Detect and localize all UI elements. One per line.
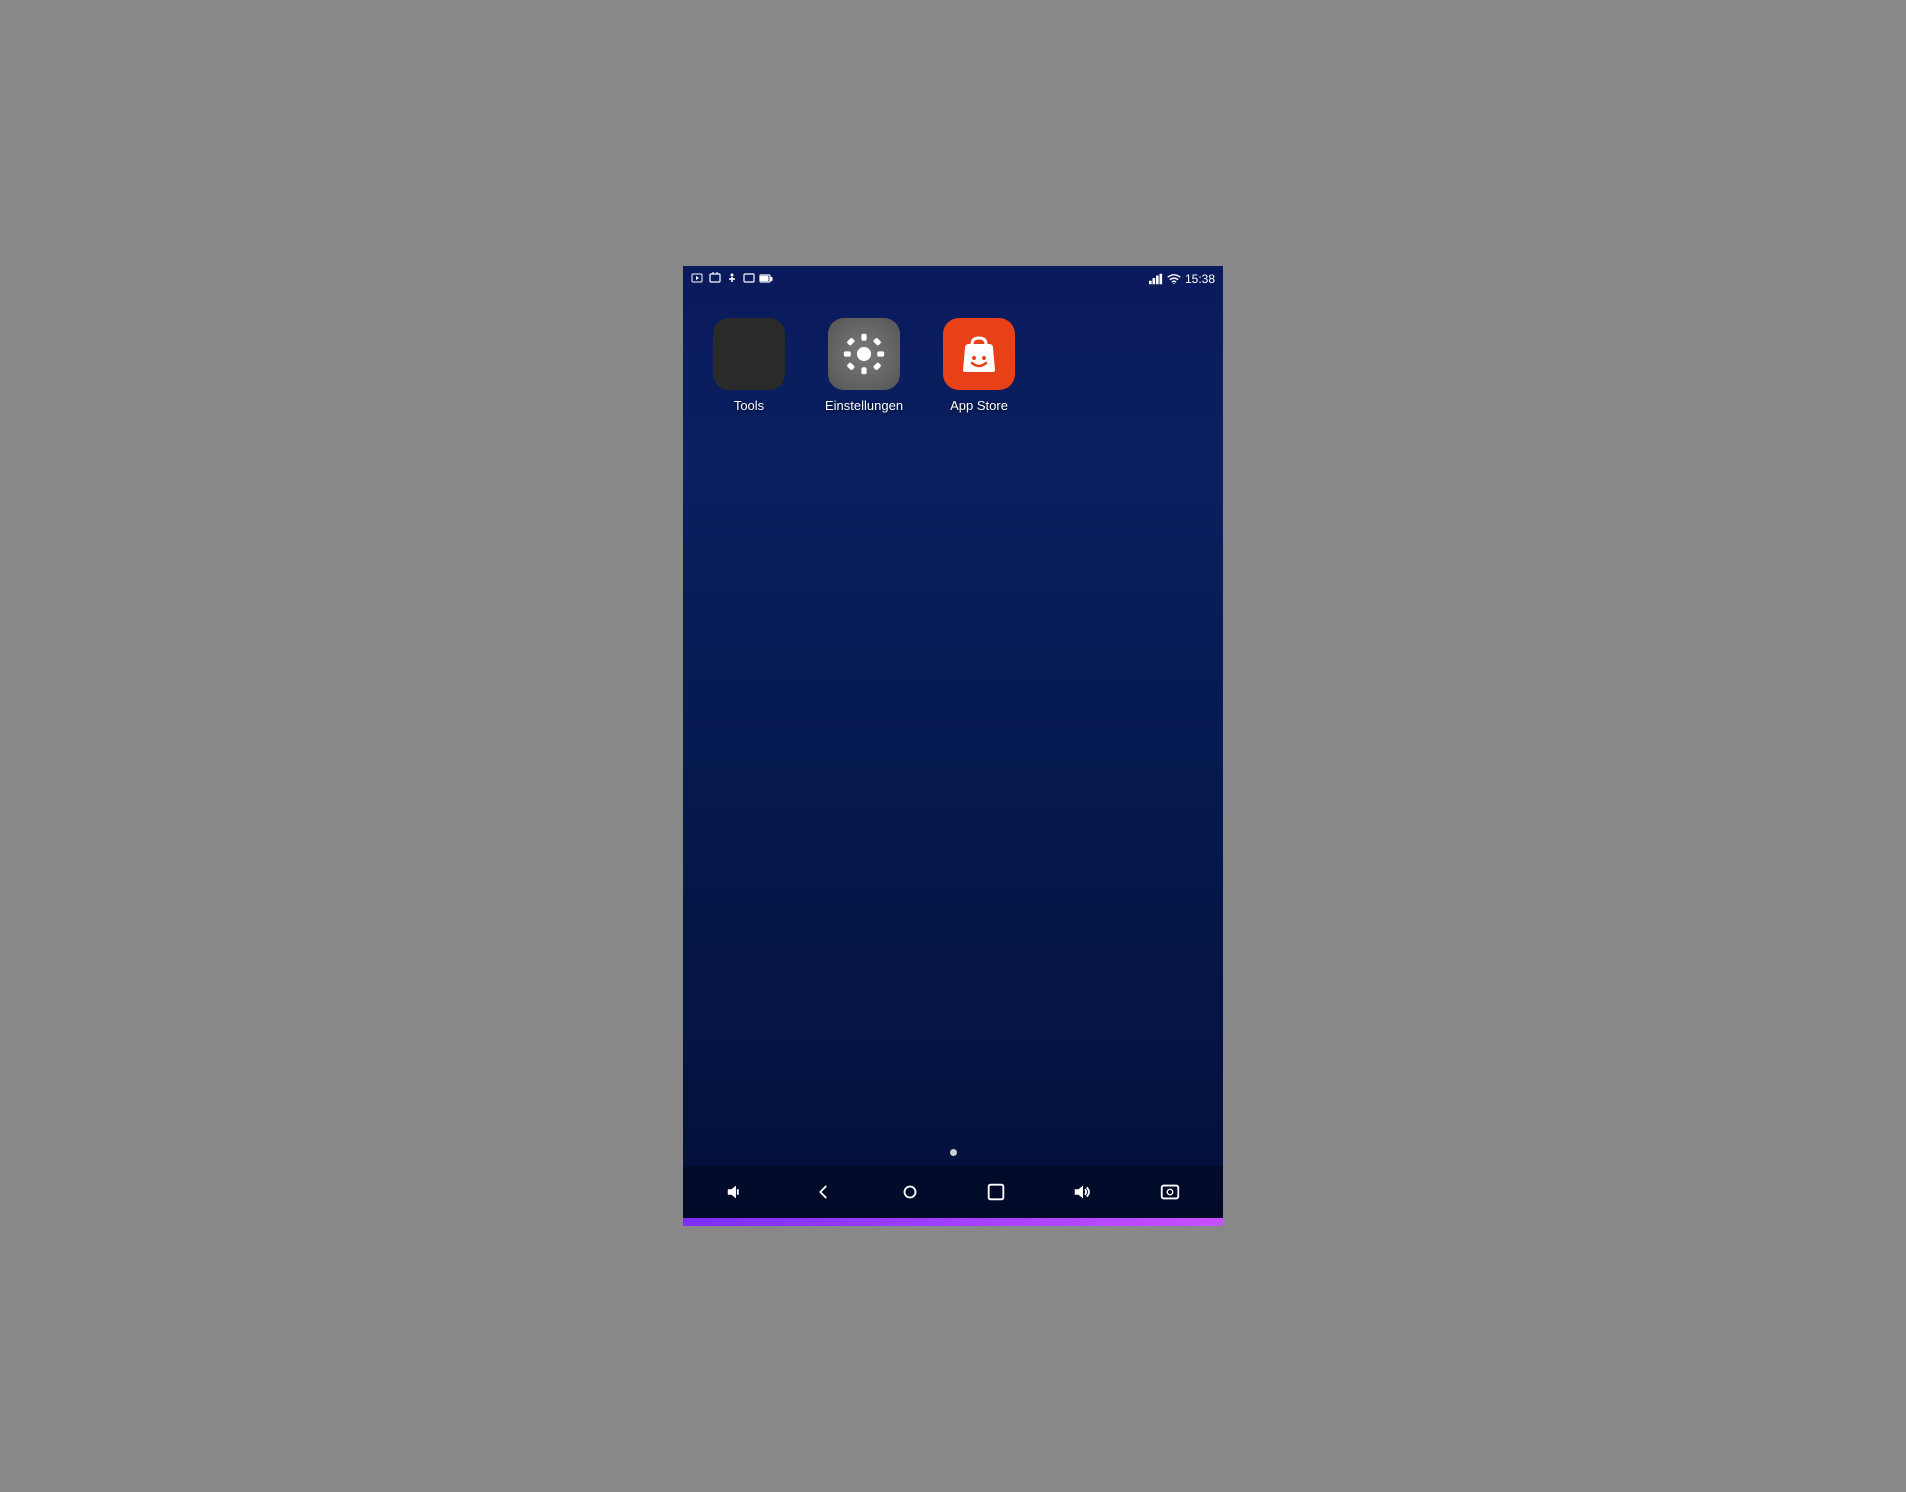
tools-app[interactable]: Tools (713, 318, 785, 413)
volume-up-button[interactable] (1061, 1170, 1105, 1214)
time-display: 15:38 (1185, 272, 1215, 286)
settings-app[interactable]: Einstellungen (825, 318, 903, 413)
tools-icon (713, 318, 785, 390)
signal-icon (1149, 273, 1163, 285)
home-button[interactable] (888, 1170, 932, 1214)
home-icon (899, 1181, 921, 1203)
device-screen: 15:38 Tools (683, 266, 1223, 1226)
appstore-app[interactable]: App Store (943, 318, 1015, 413)
tools-label: Tools (734, 398, 764, 413)
recent-apps-button[interactable] (974, 1170, 1018, 1214)
settings-label: Einstellungen (825, 398, 903, 413)
page-indicator (683, 1139, 1223, 1166)
accessibility-icon (725, 272, 739, 286)
wifi-icon (1167, 273, 1181, 285)
bottom-purple-bar (683, 1218, 1223, 1226)
status-bar: 15:38 (683, 266, 1223, 288)
back-button[interactable] (801, 1170, 845, 1214)
volume-down-icon (725, 1181, 747, 1203)
gear-svg (842, 332, 886, 376)
page-dot-active (950, 1149, 957, 1156)
volume-down-button[interactable] (714, 1170, 758, 1214)
app-grid: Tools (683, 288, 1223, 1139)
screenshot-nav-button[interactable] (1148, 1170, 1192, 1214)
appstore-label: App Store (950, 398, 1008, 413)
appstore-bag-icon (957, 332, 1001, 376)
recent-apps-icon (985, 1181, 1007, 1203)
screenshot-nav-icon (1159, 1181, 1181, 1203)
status-icons-left (691, 272, 773, 286)
navigation-bar (683, 1166, 1223, 1218)
appstore-icon (943, 318, 1015, 390)
settings-icon (828, 318, 900, 390)
notification-icon (742, 272, 756, 286)
back-icon (812, 1181, 834, 1203)
screen-record-icon (691, 272, 705, 286)
screenshot-icon (708, 272, 722, 286)
volume-up-icon (1072, 1181, 1094, 1203)
battery-saver-icon (759, 272, 773, 286)
outer-background: 15:38 Tools (0, 0, 1906, 1492)
status-icons-right: 15:38 (1149, 272, 1215, 286)
